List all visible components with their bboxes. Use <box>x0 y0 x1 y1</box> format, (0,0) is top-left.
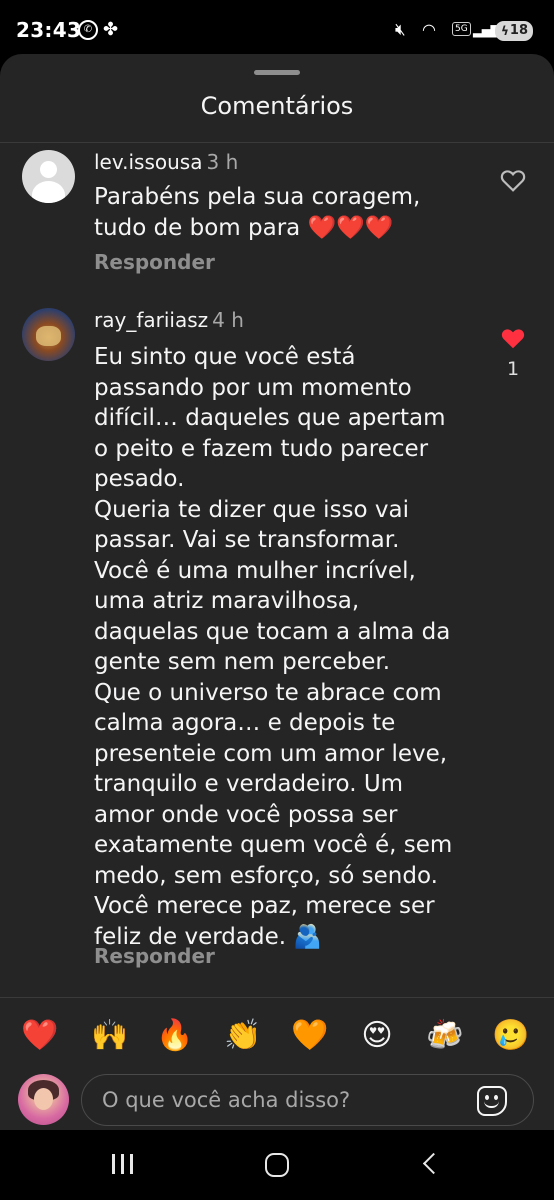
reaction-raising-hands[interactable]: 🙌 <box>88 1016 132 1056</box>
sticker-icon[interactable] <box>477 1086 507 1116</box>
comment-meta: lev.issousa 3 h <box>94 150 238 174</box>
back-button[interactable] <box>420 1148 445 1182</box>
whatsapp-notification-icon: ✆ <box>78 20 98 40</box>
quick-reactions-bar: ❤️ 🙌 🔥 👏 🧡 😍 🍻 🥲 <box>0 1006 554 1062</box>
battery-icon: ϟ 18 <box>495 21 533 41</box>
comment-item: ray_fariiasz 4 h Eu sinto que você está p… <box>0 306 554 986</box>
heart-outline-icon[interactable] <box>500 168 526 192</box>
comment-username[interactable]: lev.issousa <box>94 150 203 174</box>
network-type-label: 5G <box>452 22 471 36</box>
sheet-drag-handle[interactable] <box>254 70 300 75</box>
sheet-title: Comentários <box>200 92 354 120</box>
system-nav-bar <box>0 1130 554 1200</box>
reply-button[interactable]: Responder <box>94 250 215 274</box>
commenter-avatar[interactable] <box>22 308 75 361</box>
status-bar: 23:43 ✆ ✤ 🔇︎ ◠ 5G ▂▄▆ ϟ 18 <box>0 0 554 60</box>
reaction-smiling-tear[interactable]: 🥲 <box>489 1016 533 1056</box>
wifi-icon: ◠ <box>422 20 436 39</box>
reply-button[interactable]: Responder <box>94 944 215 968</box>
reaction-orange-heart[interactable]: 🧡 <box>288 1016 332 1056</box>
comments-sheet: Comentários lev.issousa 3 h Parabéns pela… <box>0 54 554 1130</box>
comment-username[interactable]: ray_fariiasz <box>94 308 208 332</box>
comment-input[interactable] <box>102 1085 462 1115</box>
comment-timestamp: 4 h <box>212 308 244 332</box>
commenter-avatar[interactable] <box>22 150 75 203</box>
comment-timestamp: 3 h <box>206 150 239 174</box>
reaction-red-heart[interactable]: ❤️ <box>18 1016 62 1056</box>
home-button[interactable] <box>264 1148 290 1182</box>
mute-icon: 🔇︎ <box>395 20 406 40</box>
status-time: 23:43 <box>16 18 82 42</box>
current-user-avatar <box>18 1074 69 1125</box>
heart-filled-icon[interactable] <box>500 326 526 350</box>
composer-divider <box>0 997 554 998</box>
comment-item: lev.issousa 3 h Parabéns pela sua coragem… <box>0 146 554 286</box>
header-divider <box>0 142 554 143</box>
reaction-fire[interactable]: 🔥 <box>153 1016 197 1056</box>
notification-app-icon: ✤ <box>103 19 119 40</box>
reaction-clinking-mugs[interactable]: 🍻 <box>423 1016 467 1056</box>
reaction-heart-eyes[interactable]: 😍 <box>355 1016 399 1056</box>
comment-input-container <box>81 1074 534 1126</box>
reaction-clapping[interactable]: 👏 <box>221 1016 265 1056</box>
comment-composer <box>0 1064 554 1130</box>
charging-icon: ϟ <box>501 24 509 38</box>
like-count: 1 <box>506 358 520 380</box>
battery-level: 18 <box>509 23 528 38</box>
comment-text: Eu sinto que você está passando por um m… <box>94 344 453 950</box>
recents-button[interactable] <box>110 1148 136 1182</box>
comment-text: Parabéns pela sua coragem, tudo de bom p… <box>94 184 421 241</box>
comment-meta: ray_fariiasz 4 h <box>94 308 244 332</box>
